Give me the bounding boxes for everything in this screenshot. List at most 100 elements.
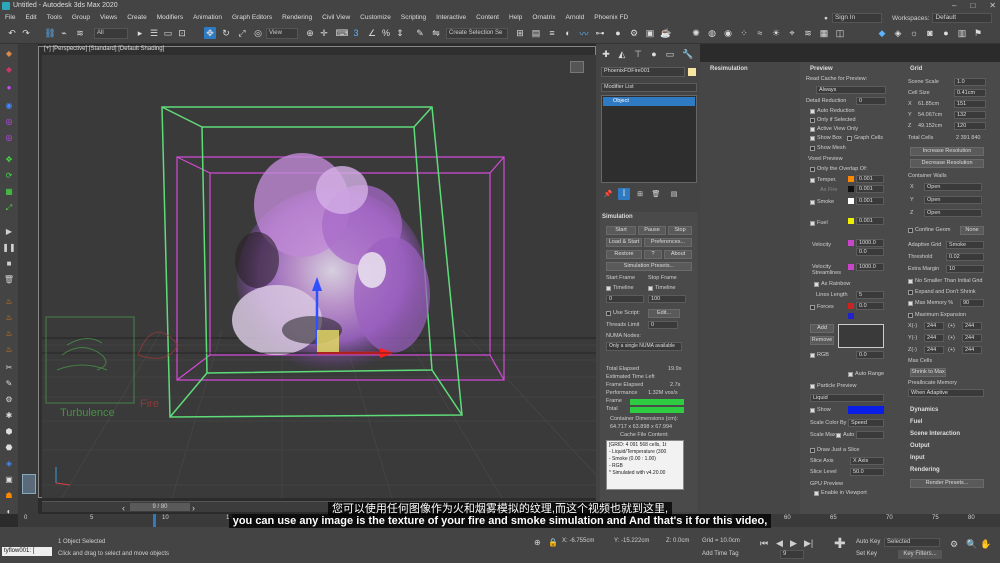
create-icon[interactable]: ◆	[3, 48, 15, 59]
z-cells-field[interactable]: 120	[954, 122, 986, 130]
key-filters-button[interactable]: Key Filters...	[898, 550, 942, 559]
menu-animation[interactable]: Animation	[188, 12, 227, 24]
grid-title[interactable]: Grid	[910, 66, 922, 72]
perspective-viewport[interactable]: Turbulence Fire	[42, 55, 596, 498]
minimize-icon[interactable]: –	[952, 0, 956, 12]
menu-rendering[interactable]: Rendering	[277, 12, 317, 24]
particle-color-swatch[interactable]	[848, 406, 884, 414]
redo-icon[interactable]: ↷	[20, 27, 32, 39]
rotate-icon[interactable]: ⟳	[3, 170, 15, 181]
vray-light-icon[interactable]: ☼	[908, 27, 920, 39]
scale-icon[interactable]: ⤢	[3, 202, 15, 213]
create-tab-icon[interactable]: ✚	[600, 48, 612, 60]
temper-val-1[interactable]: 0.001	[856, 175, 884, 183]
play-animation-icon[interactable]: ▶	[790, 538, 797, 549]
expansion-z-neg[interactable]: 244	[924, 346, 944, 354]
restore-button[interactable]: Restore	[606, 250, 642, 259]
tool-icon-1[interactable]: ✂	[3, 362, 15, 373]
zoom-icon[interactable]: 🔍	[966, 539, 977, 550]
stack-item-object[interactable]: Object	[603, 97, 695, 106]
maximize-icon[interactable]: □	[970, 0, 975, 12]
render-production-icon[interactable]: ☕	[660, 27, 672, 39]
make-unique-icon[interactable]: ⊞	[634, 188, 646, 200]
max-expansion-checkbox[interactable]	[908, 313, 913, 318]
show-box-checkbox[interactable]	[810, 136, 815, 141]
phoenix-source-icon[interactable]: ◉	[722, 27, 734, 39]
phoenix-ocean-icon[interactable]: ≈	[754, 27, 766, 39]
render-setup-icon[interactable]: ⚙	[628, 27, 640, 39]
select-and-scale-icon[interactable]: ⤢	[236, 27, 248, 39]
y-cells-field[interactable]: 132	[954, 111, 986, 119]
object-name-field[interactable]: PhoenixFDFire001	[601, 67, 685, 77]
streamlines-val[interactable]: 1000.0	[856, 263, 884, 271]
stop-button[interactable]: Stop	[668, 226, 692, 235]
help-button[interactable]: ?	[644, 250, 662, 259]
only-selected-checkbox[interactable]	[810, 118, 815, 123]
phoenix-icon-2[interactable]: ◎	[3, 116, 15, 127]
detail-reduction-field[interactable]: 0	[856, 97, 886, 105]
timeline-stop-checkbox[interactable]	[648, 286, 653, 291]
go-to-start-icon[interactable]: ⏮	[760, 538, 768, 549]
pin-stack-icon[interactable]: 📌	[602, 188, 614, 200]
coord-y[interactable]: Y: -15.222cm	[614, 538, 649, 544]
read-cache-dropdown[interactable]: Always	[816, 86, 886, 94]
curve-editor-icon[interactable]: 〰	[578, 27, 590, 39]
scale-max-field[interactable]	[856, 431, 884, 439]
toggle-layer-explorer-icon[interactable]: ≡	[546, 27, 558, 39]
rendered-frame-window-icon[interactable]: ▣	[644, 27, 656, 39]
simulation-title[interactable]: Simulation	[602, 214, 633, 220]
phoenix-fire-icon[interactable]: ✺	[690, 27, 702, 39]
utilities-tab-icon[interactable]: 🔧	[682, 48, 694, 60]
forces-color-1[interactable]	[848, 303, 854, 309]
add-time-tag[interactable]: Add Time Tag	[702, 551, 739, 557]
move-icon[interactable]: ✥	[3, 154, 15, 165]
wall-z-dropdown[interactable]: Open	[924, 209, 982, 217]
about-button[interactable]: About	[664, 250, 692, 259]
select-object-icon[interactable]: ▸	[134, 27, 146, 39]
tool-icon-7[interactable]: ◈	[3, 458, 15, 469]
velocity-val-1[interactable]: 1000.0	[856, 239, 884, 247]
time-config-icon[interactable]: ⚙	[950, 539, 958, 550]
graph-cells-checkbox[interactable]	[847, 136, 852, 141]
tool-icon-5[interactable]: ⬢	[3, 426, 15, 437]
pivot-center-icon[interactable]: ⊕	[304, 27, 316, 39]
next-key-icon[interactable]: ▶|	[804, 538, 813, 549]
pause-button[interactable]: Pause	[638, 226, 666, 235]
remove-button[interactable]: Remove	[810, 336, 834, 345]
scene-scale-field[interactable]: 1.0	[954, 78, 986, 86]
scene-interaction-rollout[interactable]: Scene Interaction	[910, 431, 960, 437]
active-view-only-checkbox[interactable]	[810, 127, 815, 132]
no-smaller-checkbox[interactable]	[908, 279, 913, 284]
edit-script-button[interactable]: Edit...	[648, 309, 680, 318]
current-frame-field[interactable]: 9	[780, 550, 804, 559]
manipulate-icon[interactable]: ✛	[318, 27, 330, 39]
auto-key-button[interactable]: Auto Key	[856, 539, 880, 545]
maxscript-listener[interactable]: tyflow001: [	[2, 547, 52, 556]
cache-content-box[interactable]: [GRID: 4 091 568 cells, 1t - Liquid/Temp…	[606, 440, 684, 490]
menu-tools[interactable]: Tools	[42, 12, 67, 24]
forces-color-2[interactable]	[848, 313, 854, 319]
expansion-x-pos[interactable]: 244	[962, 322, 982, 330]
phoenix-preset-icon[interactable]: ▦	[818, 27, 830, 39]
vray-material-icon[interactable]: ●	[940, 27, 952, 39]
select-and-rotate-icon[interactable]: ↻	[220, 27, 232, 39]
add-button[interactable]: Add	[810, 324, 834, 333]
angle-snap-icon[interactable]: ∠	[366, 27, 378, 39]
menu-scripting[interactable]: Scripting	[396, 12, 431, 24]
show-mesh-checkbox[interactable]	[810, 146, 815, 151]
particle-icon[interactable]: ●	[3, 82, 15, 93]
output-rollout[interactable]: Output	[910, 443, 930, 449]
keyboard-shortcut-icon[interactable]: ⌨	[336, 27, 349, 39]
object-color-swatch[interactable]	[688, 68, 696, 76]
menu-file[interactable]: File	[0, 12, 20, 24]
max-memory-checkbox[interactable]	[908, 301, 913, 306]
tyflow-icon[interactable]: ◆	[3, 64, 15, 75]
smoke-checkbox[interactable]	[810, 200, 815, 205]
close-icon[interactable]: ✕	[989, 0, 996, 12]
rect-selection-icon[interactable]: ▭	[162, 27, 174, 39]
menu-ornatrix[interactable]: Ornatrix	[527, 12, 560, 24]
bind-space-warp-icon[interactable]: ≋	[74, 27, 86, 39]
use-script-checkbox[interactable]	[606, 311, 611, 316]
vray-fur-icon[interactable]: ⚑	[972, 27, 984, 39]
select-by-name-icon[interactable]: ☰	[148, 27, 160, 39]
